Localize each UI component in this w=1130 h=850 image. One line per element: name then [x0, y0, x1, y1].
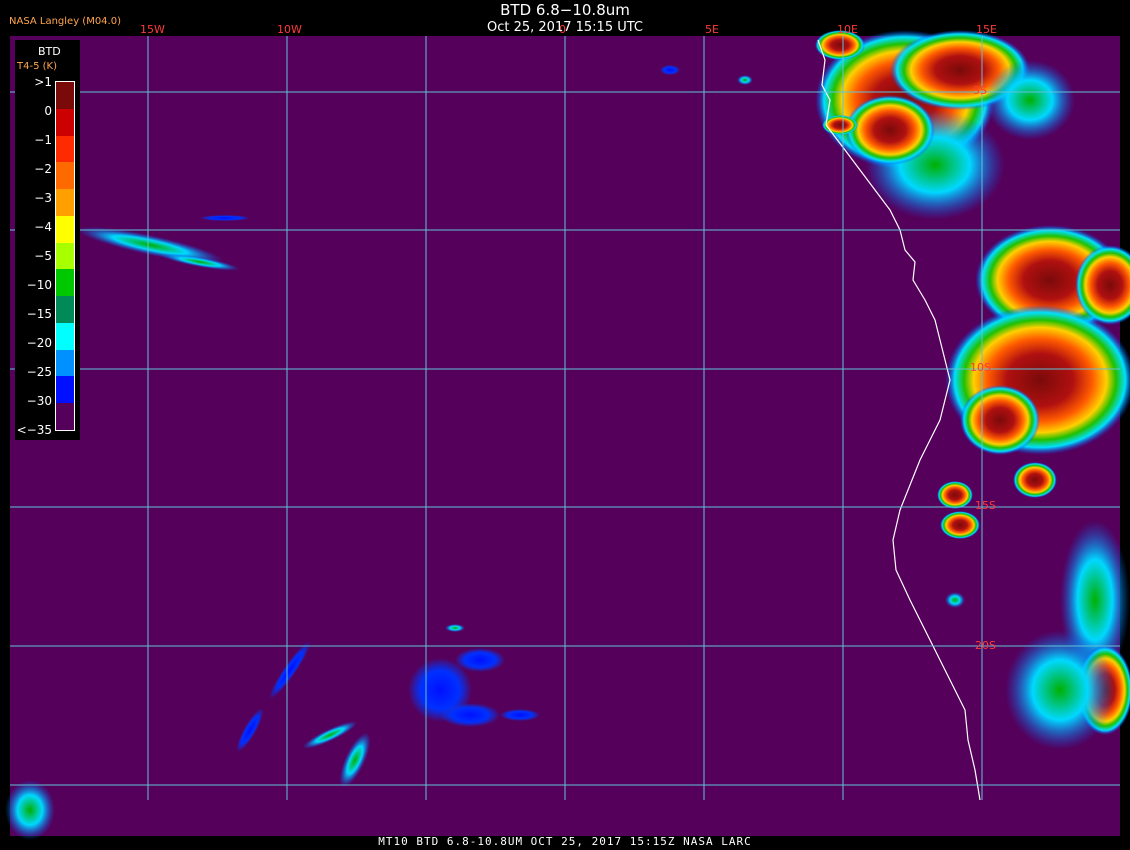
legend-swatch [56, 189, 74, 216]
legend-swatch [56, 215, 74, 243]
legend-label: 0 [44, 104, 52, 118]
legend-colorbar [55, 81, 75, 431]
legend-swatch [56, 82, 74, 109]
legend-label: −25 [26, 365, 52, 379]
legend-label: −2 [34, 162, 52, 176]
legend-swatch [56, 376, 74, 404]
legend-swatch [56, 403, 74, 430]
legend-title: BTD [38, 45, 61, 58]
legend-label: −30 [26, 394, 52, 408]
legend-swatch [56, 162, 74, 190]
legend-label: −20 [26, 336, 52, 350]
lat-label-5s: 5S [973, 84, 987, 97]
legend-label: −10 [26, 278, 52, 292]
legend-swatch [56, 349, 74, 377]
legend-units: T4-5 (K) [17, 61, 57, 72]
lat-label-10s: 10S [970, 361, 991, 374]
legend-swatch [56, 108, 74, 136]
legend-label: −1 [34, 133, 52, 147]
legend-label: >1 [34, 75, 52, 89]
legend-swatch [56, 242, 74, 270]
legend-swatch [56, 296, 74, 323]
legend-swatch [56, 135, 74, 163]
footer-caption: MT10 BTD 6.8-10.8UM OCT 25, 2017 15:15Z … [378, 835, 752, 848]
legend-label: −4 [34, 220, 52, 234]
legend-label: −15 [26, 307, 52, 321]
legend-label: <−35 [16, 423, 52, 437]
legend-label: −5 [34, 249, 52, 263]
legend-swatch [56, 269, 74, 297]
timestamp: Oct 25, 2017 15:15 UTC [487, 20, 643, 35]
product-title: BTD 6.8−10.8um [500, 1, 630, 19]
lat-label-15s: 15S [975, 499, 996, 512]
legend-swatch [56, 322, 74, 350]
lat-label-20s: 20S [975, 639, 996, 652]
btd-satellite-map [5, 30, 1130, 840]
legend-label: −3 [34, 191, 52, 205]
